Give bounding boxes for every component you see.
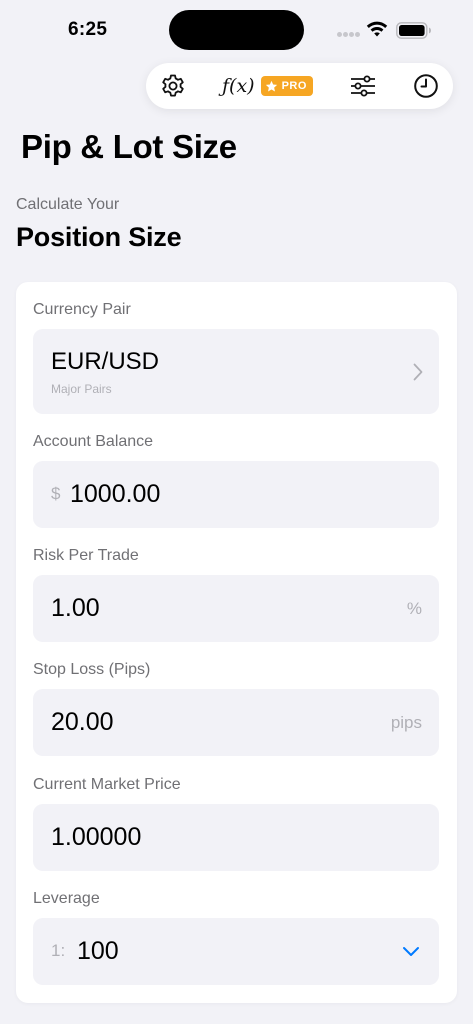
stop-loss-input[interactable] — [51, 704, 371, 740]
function-icon: ƒ(x) — [222, 75, 255, 97]
leverage-value: 100 — [77, 937, 119, 965]
calculator-card: Currency Pair EUR/USD Major Pairs Accoun… — [16, 282, 457, 1003]
gear-icon — [162, 74, 184, 97]
adjustments-button[interactable] — [349, 73, 377, 99]
market-price-label: Current Market Price — [33, 776, 181, 793]
market-price-input[interactable] — [51, 819, 421, 855]
risk-per-trade-label: Risk Per Trade — [33, 547, 139, 564]
market-price-field — [33, 804, 439, 871]
cellular-signal-icon — [337, 32, 361, 38]
sliders-icon — [351, 75, 375, 97]
risk-per-trade-input[interactable] — [51, 590, 381, 626]
status-time: 6:25 — [68, 19, 108, 40]
leverage-label: Leverage — [33, 890, 100, 907]
account-balance-field: $ — [33, 461, 439, 528]
account-balance-input[interactable] — [70, 476, 410, 512]
currency-pair-value: EUR/USD — [51, 348, 160, 375]
battery-icon — [396, 22, 431, 39]
stop-loss-field: pips — [33, 689, 439, 756]
account-balance-label: Account Balance — [33, 433, 154, 450]
wifi-icon — [366, 21, 388, 37]
dynamic-island — [169, 10, 304, 50]
chevron-right-icon — [413, 363, 423, 381]
leverage-picker[interactable]: 1: 100 — [33, 918, 439, 985]
currency-pair-selector[interactable]: EUR/USD Major Pairs — [33, 329, 439, 414]
chevron-down-icon — [403, 947, 419, 956]
star-icon — [265, 80, 277, 91]
percent-suffix: % — [406, 599, 422, 618]
formula-pro-button[interactable]: ƒ(x) PRO — [222, 73, 320, 99]
page-title: Pip & Lot Size — [21, 128, 237, 165]
risk-per-trade-field: % — [33, 575, 439, 642]
clock-icon — [414, 74, 438, 98]
section-title: Position Size — [16, 222, 182, 252]
currency-pair-label: Currency Pair — [33, 301, 131, 318]
pro-badge: PRO — [260, 76, 313, 96]
currency-pair-category: Major Pairs — [51, 382, 112, 396]
status-bar: 6:25 — [0, 0, 473, 60]
top-toolbar: ƒ(x) PRO — [146, 63, 453, 109]
stop-loss-label: Stop Loss (Pips) — [33, 661, 151, 678]
settings-button[interactable] — [159, 73, 187, 99]
pips-suffix: pips — [390, 713, 422, 732]
currency-prefix: $ — [51, 484, 61, 503]
pro-badge-label: PRO — [281, 80, 307, 92]
history-button[interactable] — [412, 73, 440, 99]
section-subtitle: Calculate Your — [16, 196, 120, 213]
leverage-prefix: 1: — [51, 941, 66, 960]
